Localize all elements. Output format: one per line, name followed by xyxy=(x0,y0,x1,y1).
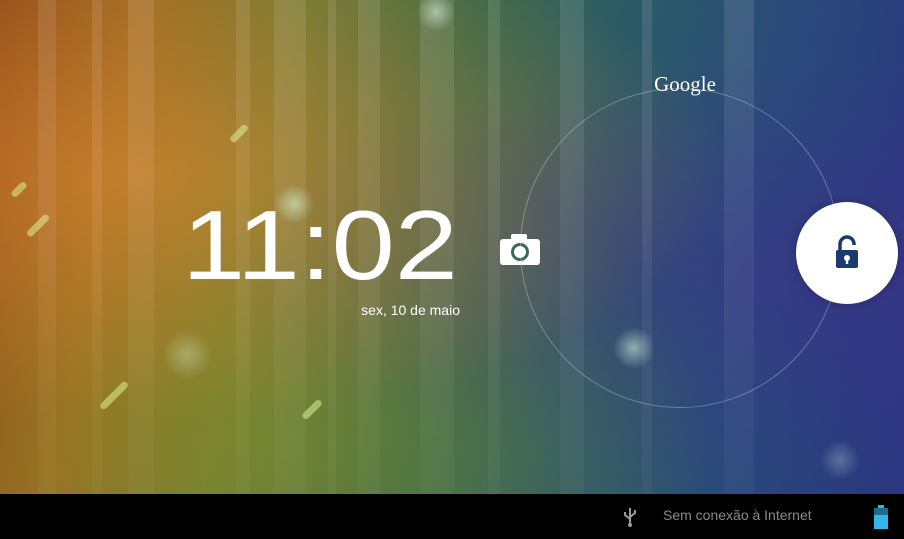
unlock-handle[interactable] xyxy=(796,202,898,304)
wallpaper-stripe xyxy=(38,0,56,494)
light-streak xyxy=(10,180,28,199)
light-streak xyxy=(98,380,130,411)
battery-icon[interactable] xyxy=(874,505,888,529)
clock: 11:02 xyxy=(182,195,460,307)
bokeh-light xyxy=(820,440,860,480)
network-status-text[interactable]: Sem conexão à Internet xyxy=(663,507,812,523)
wallpaper-stripe xyxy=(128,0,154,494)
unlock-icon xyxy=(836,235,858,268)
clock-digits: 11:02 xyxy=(182,195,458,300)
bokeh-light xyxy=(162,330,212,380)
usb-icon[interactable] xyxy=(623,507,637,527)
system-bar: Sem conexão à Internet xyxy=(0,494,904,539)
wallpaper-stripe xyxy=(92,0,102,494)
unlock-ring xyxy=(520,88,840,408)
clock-time: 11:02 xyxy=(182,195,458,300)
google-target[interactable]: Google xyxy=(630,72,740,97)
date-label: sex, 10 de maio xyxy=(361,302,460,318)
lock-screen: 11:02 sex, 10 de maio Google Sem conexão… xyxy=(0,0,904,539)
